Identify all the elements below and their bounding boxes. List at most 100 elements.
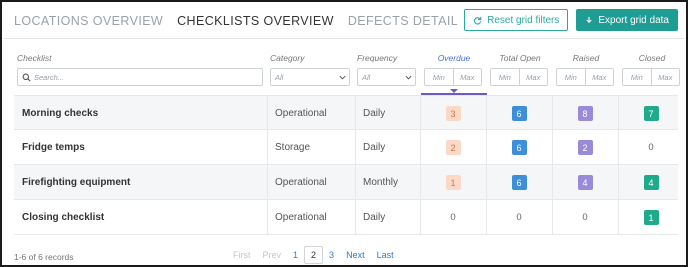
total-open-cell: 0 — [516, 212, 522, 223]
checklist-name: Firefighting equipment — [22, 177, 131, 188]
checklist-name: Morning checks — [22, 108, 99, 119]
frequency-cell: Daily — [363, 212, 386, 223]
total-open-min-input[interactable]: Min — [491, 69, 519, 85]
category-cell: Operational — [275, 177, 327, 188]
tab-bar: LOCATIONS OVERVIEW CHECKLISTS OVERVIEW D… — [14, 14, 458, 28]
sort-descending-icon — [450, 89, 458, 93]
download-icon — [586, 16, 593, 23]
closed-badge[interactable]: 7 — [643, 106, 659, 121]
closed-badge[interactable]: 4 — [643, 175, 659, 190]
column-header-category[interactable]: Category — [270, 53, 305, 63]
search-input[interactable]: Search... — [17, 68, 263, 86]
column-divider — [267, 200, 268, 235]
table-row[interactable]: Morning checks Operational Daily 3 6 8 7 — [14, 95, 678, 131]
category-cell: Operational — [275, 108, 327, 119]
chevron-down-icon — [405, 75, 412, 80]
tab-checklists-overview[interactable]: CHECKLISTS OVERVIEW — [177, 14, 334, 28]
page-2-current[interactable]: 2 — [304, 246, 324, 264]
raised-range-filter: Min Max — [556, 68, 614, 86]
category-filter-value: All — [275, 72, 284, 82]
first-page-link[interactable]: First — [227, 246, 257, 264]
frequency-filter-value: All — [362, 72, 371, 82]
overdue-range-filter: Min Max — [424, 68, 482, 86]
export-grid-data-button[interactable]: Export grid data — [576, 9, 678, 31]
column-divider — [267, 96, 268, 131]
raised-badge[interactable]: 8 — [577, 106, 593, 121]
tab-locations-overview[interactable]: LOCATIONS OVERVIEW — [14, 14, 163, 28]
total-open-max-input[interactable]: Max — [518, 69, 548, 85]
frequency-cell: Daily — [363, 142, 386, 153]
dashboard-panel: LOCATIONS OVERVIEW CHECKLISTS OVERVIEW D… — [0, 0, 688, 267]
chevron-down-icon — [339, 75, 346, 80]
overdue-badge[interactable]: 2 — [445, 140, 461, 155]
total-open-cell: 6 — [486, 96, 552, 131]
column-header-overdue[interactable]: Overdue — [422, 53, 486, 63]
raised-cell: 8 — [552, 96, 618, 131]
raised-badge[interactable]: 4 — [577, 175, 593, 190]
total-open-badge[interactable]: 6 — [511, 140, 527, 155]
overdue-cell: 0 — [450, 212, 456, 223]
page-3-link[interactable]: 3 — [323, 246, 340, 264]
raised-badge[interactable]: 2 — [577, 140, 593, 155]
column-divider — [355, 200, 356, 235]
total-open-range-filter: Min Max — [490, 68, 548, 86]
column-header-checklist[interactable]: Checklist — [17, 53, 51, 63]
category-filter-select[interactable]: All — [270, 68, 350, 86]
record-count: 1-6 of 6 records — [14, 252, 74, 262]
header-actions: Reset grid filters Export grid data — [464, 9, 678, 31]
tab-defects-detail[interactable]: DEFECTS DETAIL — [348, 14, 458, 28]
closed-cell: 0 — [648, 142, 654, 153]
overdue-max-input[interactable]: Max — [452, 69, 482, 85]
closed-range-filter: Min Max — [622, 68, 680, 86]
total-open-badge[interactable]: 6 — [511, 175, 527, 190]
closed-badge[interactable]: 1 — [643, 210, 659, 225]
page-1-link[interactable]: 1 — [287, 246, 304, 264]
column-header-raised[interactable]: Raised — [554, 53, 618, 63]
overdue-badge[interactable]: 3 — [445, 106, 461, 121]
table-row[interactable]: Closing checklist Operational Daily 0 0 … — [14, 200, 678, 235]
closed-max-input[interactable]: Max — [650, 69, 680, 85]
refresh-icon — [474, 16, 482, 25]
overdue-cell: 2 — [420, 130, 486, 165]
category-cell: Operational — [275, 212, 327, 223]
raised-cell: 4 — [552, 165, 618, 200]
total-open-cell: 6 — [486, 130, 552, 165]
frequency-filter-select[interactable]: All — [357, 68, 416, 86]
column-header-frequency[interactable]: Frequency — [357, 53, 397, 63]
next-page-link[interactable]: Next — [340, 246, 371, 264]
pagination: First Prev 1 2 3 Next Last — [227, 246, 400, 264]
overdue-badge[interactable]: 1 — [445, 175, 461, 190]
search-placeholder: Search... — [34, 72, 65, 82]
reset-button-label: Reset grid filters — [487, 14, 560, 26]
category-cell: Storage — [275, 142, 311, 153]
total-open-cell: 6 — [486, 165, 552, 200]
last-page-link[interactable]: Last — [371, 246, 400, 264]
closed-cell: 1 — [618, 200, 684, 235]
column-header-closed[interactable]: Closed — [620, 53, 684, 63]
overdue-min-input[interactable]: Min — [425, 69, 453, 85]
frequency-cell: Daily — [363, 108, 386, 119]
raised-cell: 2 — [552, 130, 618, 165]
closed-min-input[interactable]: Min — [623, 69, 651, 85]
column-divider — [355, 96, 356, 131]
raised-min-input[interactable]: Min — [557, 69, 585, 85]
total-open-badge[interactable]: 6 — [511, 106, 527, 121]
table-row[interactable]: Firefighting equipment Operational Month… — [14, 165, 678, 200]
raised-cell: 0 — [582, 212, 588, 223]
column-header-total-open[interactable]: Total Open — [488, 53, 552, 63]
column-divider — [355, 165, 356, 200]
header-divider — [4, 38, 684, 39]
checklist-name: Fridge temps — [22, 142, 85, 153]
overdue-cell: 3 — [420, 96, 486, 131]
closed-cell: 4 — [618, 165, 684, 200]
closed-cell: 7 — [618, 96, 684, 131]
frequency-cell: Monthly — [363, 177, 399, 188]
raised-max-input[interactable]: Max — [584, 69, 614, 85]
export-button-label: Export grid data — [598, 14, 669, 26]
overdue-cell: 1 — [420, 165, 486, 200]
table-row[interactable]: Fridge temps Storage Daily 2 6 2 0 — [14, 130, 678, 165]
prev-page-link[interactable]: Prev — [257, 246, 288, 264]
checklists-table: Morning checks Operational Daily 3 6 8 7… — [14, 95, 678, 235]
column-divider — [267, 165, 268, 200]
reset-grid-filters-button[interactable]: Reset grid filters — [464, 9, 569, 31]
